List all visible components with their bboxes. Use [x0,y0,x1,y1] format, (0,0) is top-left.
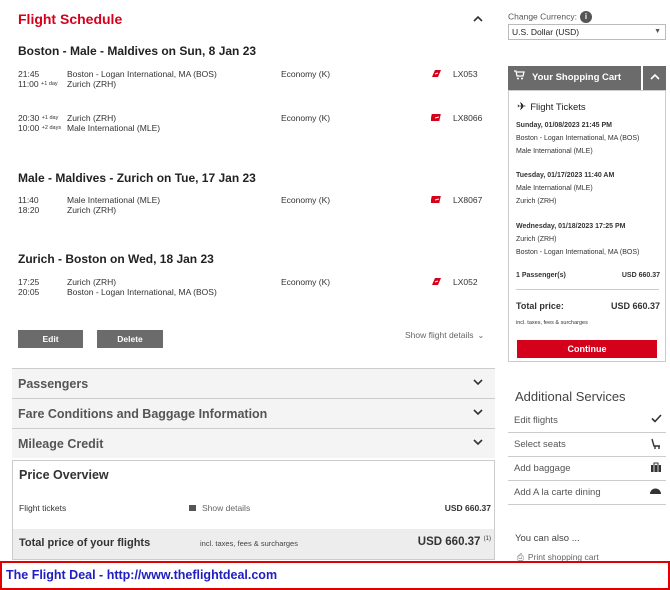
flight-tickets-row: Flight tickets Show details USD 660.37 [13,499,494,517]
show-flight-details-link[interactable]: Show flight details ⌄ [405,330,484,340]
flight-row: 17:25 20:05 Zurich (ZRH) Boston - Logan In… [18,277,493,301]
shopping-cart-body: ✈ Flight Tickets Sunday, 01/08/2023 21:45… [508,90,666,362]
show-details-link[interactable]: Show details [189,503,250,513]
flight-row: 11:40 18:20 Male International (MLE) Zuric… [18,195,493,219]
chevron-down-icon [473,408,483,419]
airline-logo-icon [430,195,442,204]
cart-total-value: USD 660.37 [610,301,660,311]
total-price-label: Total price of your flights [19,537,151,549]
flight-schedule-panel: Flight Schedule Boston - Male - Maldives… [8,0,495,560]
flight-airports: Male International (MLE) Zurich (ZRH) [67,195,161,215]
flight-times: 17:25 20:05 [18,277,40,297]
cart-passengers-label: 1 Passenger(s) [516,272,566,279]
accordion-passengers[interactable]: Passengers [12,368,495,398]
segment-title: Zurich - Boston on Wed, 18 Jan 23 [18,252,214,266]
flight-airports: Boston - Logan International, MA (BOS) Zu… [67,69,217,89]
divider [516,289,659,290]
shopping-cart-header: Your Shopping Cart [508,66,641,90]
currency-select[interactable]: U.S. Dollar (USD) ▼ [508,24,666,40]
service-add-baggage[interactable]: Add baggage [508,457,666,481]
checkmark-icon [651,414,662,426]
airplane-icon: ✈ [517,101,527,113]
seat-icon [650,438,662,453]
flight-class: Economy (K) [281,277,331,287]
service-select-seats[interactable]: Select seats [508,433,666,457]
cart-leg-to: Boston - Logan International, MA (BOS) [516,249,640,256]
document-icon [189,505,196,511]
flight-class: Economy (K) [281,69,331,79]
chevron-down-icon [473,438,483,449]
flight-class: Economy (K) [281,195,331,205]
change-currency-label: Change Currency: i [508,11,592,23]
service-add-dining[interactable]: Add A la carte dining [508,481,666,505]
additional-services-title: Additional Services [515,389,626,404]
flight-times: 21:45 11:00 +1 day [18,69,58,89]
flight-airports: Zurich (ZRH) Boston - Logan International… [67,277,217,297]
footer-text[interactable]: The Flight Deal - http://www.theflightde… [6,568,277,582]
accordion-label: Fare Conditions and Baggage Information [18,407,268,421]
total-price-value: USD 660.37 (1) [417,536,491,548]
cart-total-note: incl. taxes, fees & surcharges [516,320,588,326]
flight-schedule-header[interactable]: Flight Schedule [8,0,495,38]
segment-title: Male - Maldives - Zurich on Tue, 17 Jan … [18,171,256,185]
cart-leg-date: Wednesday, 01/18/2023 17:25 PM [516,223,626,230]
cart-leg-from: Boston - Logan International, MA (BOS) [516,135,640,142]
accordion-fare-conditions[interactable]: Fare Conditions and Baggage Information [12,398,495,428]
dining-icon [649,486,662,498]
airline-logo-icon [430,113,442,122]
cart-leg-from: Male International (MLE) [516,185,593,192]
collapse-chevron-icon[interactable] [473,14,483,24]
flight-times: 20:30 +1 day 10:00 +2 days [18,113,62,133]
flight-number: LX053 [453,69,478,79]
flight-number: LX8066 [453,113,483,123]
cart-leg-to: Male International (MLE) [516,148,593,155]
continue-button[interactable]: Continue [517,340,657,358]
accordion-label: Mileage Credit [18,437,104,451]
total-price-row: Total price of your flights incl. taxes,… [13,529,494,559]
flight-number: LX052 [453,277,478,287]
price-overview: Price Overview Flight tickets Show detai… [12,460,495,560]
flight-tickets-value: USD 660.37 [444,503,491,513]
footer-banner: The Flight Deal - http://www.theflightde… [0,561,670,590]
cart-passengers-value: USD 660.37 [621,272,660,279]
flight-tickets-heading: ✈ Flight Tickets [517,101,586,113]
cart-total-label: Total price: [516,301,564,311]
service-edit-flights[interactable]: Edit flights [508,409,666,433]
flight-tickets-label: Flight tickets [19,503,67,513]
flight-number: LX8067 [453,195,483,205]
price-overview-title: Price Overview [19,468,109,482]
delete-button[interactable]: Delete [97,330,163,348]
cart-collapse-chevron-icon[interactable] [643,66,666,90]
segment-title: Boston - Male - Maldives on Sun, 8 Jan 2… [18,44,257,58]
flight-row: 21:45 11:00 +1 day Boston - Logan Interna… [18,69,493,93]
cart-leg-to: Zurich (ZRH) [516,198,557,205]
dropdown-arrow-icon: ▼ [654,28,661,35]
cart-leg-date: Tuesday, 01/17/2023 11:40 AM [516,172,615,179]
you-can-also-heading: You can also ... [515,533,580,544]
cart-leg-from: Zurich (ZRH) [516,236,557,243]
sidebar: Change Currency: i U.S. Dollar (USD) ▼ You… [505,0,670,562]
chevron-down-icon [473,378,483,389]
flight-times: 11:40 18:20 [18,195,40,215]
flight-airports: Zurich (ZRH) Male International (MLE) [67,113,161,133]
total-price-note: incl. taxes, fees & surcharges [200,539,298,548]
cart-icon [514,66,525,90]
shopping-cart-title: Your Shopping Cart [532,72,622,83]
cart-leg-date: Sunday, 01/08/2023 21:45 PM [516,122,612,129]
info-icon[interactable]: i [579,11,592,23]
chevron-down-icon: ⌄ [477,331,485,340]
accordion-mileage-credit[interactable]: Mileage Credit [12,428,495,458]
edit-button[interactable]: Edit [18,330,83,348]
flight-schedule-title: Flight Schedule [18,11,123,27]
accordion-label: Passengers [18,377,89,391]
baggage-icon [650,462,662,476]
flight-class: Economy (K) [281,113,331,123]
airline-logo-icon [431,69,442,78]
flight-row: 20:30 +1 day 10:00 +2 days Zurich (ZRH) Ma… [18,113,493,137]
airline-logo-icon [431,277,442,286]
